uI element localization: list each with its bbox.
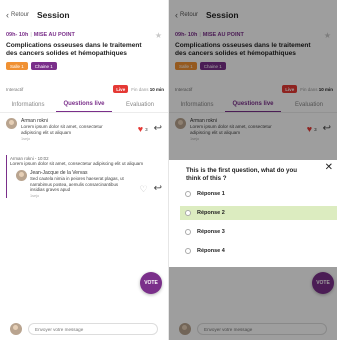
tag-channel: Chaine 1	[30, 62, 57, 70]
live-badge: Live	[113, 85, 129, 93]
back-label: Retour	[11, 12, 30, 18]
message-input[interactable]	[28, 323, 158, 335]
avatar	[16, 170, 27, 181]
question-item: Arman rokni Lorem ipsum dolor sit amet, …	[6, 118, 162, 141]
question-time: 1sejo	[21, 137, 31, 141]
top-bar: ‹ Retour Session	[0, 0, 168, 30]
reply-actions: ♡ ↩	[140, 184, 162, 194]
reply-item: Jean-Jacque de la Vervas Sed cautela nim…	[16, 170, 162, 198]
reply-icon[interactable]: ↩	[154, 184, 162, 194]
question-thread: Arman rokni - 10:02 Lorem ipsum dolor si…	[6, 155, 162, 198]
tab-evaluation[interactable]: Evaluation	[112, 97, 168, 112]
radio-icon	[185, 248, 191, 255]
session-time: 09h- 10h | MISE AU POINT	[6, 32, 75, 38]
like-count: 3	[145, 126, 148, 132]
tab-questions-live[interactable]: Questions live	[56, 97, 112, 112]
message-footer	[0, 318, 168, 340]
poll-option-4[interactable]: Réponse 4	[180, 244, 337, 258]
tab-informations[interactable]: Informations	[0, 97, 56, 112]
poll-option-label: Réponse 2	[197, 210, 225, 217]
poll-option-3[interactable]: Réponse 3	[180, 225, 337, 239]
poll-modal: ✕ This is the first question, what do yo…	[169, 160, 337, 267]
radio-icon	[185, 191, 191, 198]
session-screen-questions: ‹ Retour Session 09h- 10h | MISE AU POINT …	[0, 0, 168, 340]
reply-icon[interactable]: ↩	[154, 124, 162, 134]
session-title: Complications osseuses dans le traitemen…	[6, 42, 142, 57]
session-tags: Salle 1 Chaine 1	[6, 62, 162, 70]
session-meta: 09h- 10h | MISE AU POINT ★ Complications o…	[6, 31, 162, 70]
radio-icon	[185, 229, 191, 236]
thread-question-text: Lorem ipsum dolor sit amet, consectetur …	[10, 161, 144, 166]
poll-option-1[interactable]: Réponse 1	[180, 187, 337, 201]
close-icon[interactable]: ✕	[325, 163, 333, 173]
avatar	[6, 118, 17, 129]
ends-in-text: Fin dans 10 min	[131, 86, 164, 92]
back-button[interactable]: ‹ Retour	[6, 9, 30, 20]
poll-option-label: Réponse 1	[197, 191, 225, 198]
question-text: Lorem ipsum dolor sit amet, consectetur …	[21, 124, 103, 135]
chevron-left-icon: ‹	[6, 9, 9, 20]
poll-option-label: Réponse 3	[197, 229, 225, 236]
tabs: Informations Questions live Evaluation	[0, 97, 168, 113]
star-icon[interactable]: ★	[155, 31, 162, 40]
reply-time: 1sejo	[30, 193, 40, 198]
vote-button[interactable]: VOTE	[140, 272, 162, 294]
interactive-label: Interactif	[6, 86, 24, 92]
heart-outline-icon[interactable]: ♡	[140, 184, 148, 194]
heart-icon[interactable]: ♥	[138, 124, 143, 134]
poll-question: This is the first question, what do you …	[186, 167, 298, 182]
page-title: Session	[37, 10, 70, 20]
reply-text: Sed cautela nimia in peiores haeserat pl…	[30, 176, 124, 193]
status-row: Interactif Live Fin dans 10 min	[6, 85, 164, 93]
tag-room: Salle 1	[6, 62, 28, 70]
session-screen-poll: ‹ Retour Session 09h- 10h | MISE AU POINT …	[169, 0, 337, 340]
avatar	[10, 323, 22, 335]
poll-option-label: Réponse 4	[197, 248, 225, 255]
radio-icon	[185, 210, 191, 217]
poll-option-2[interactable]: Réponse 2	[180, 206, 337, 221]
question-actions: ♥ 3 ↩	[138, 124, 162, 134]
